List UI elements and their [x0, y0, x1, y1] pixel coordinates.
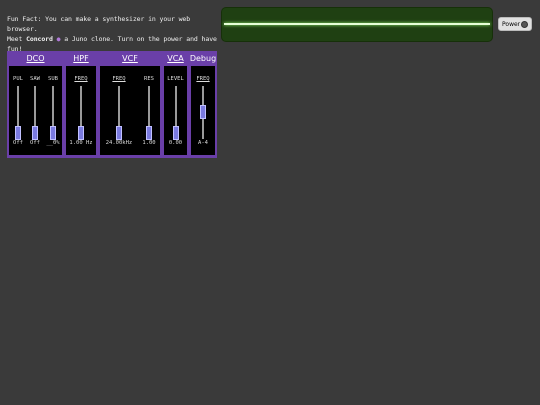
slider-thumb[interactable] — [172, 126, 179, 140]
slider-thumb[interactable] — [15, 126, 21, 140]
vcf-res-label: RES — [144, 76, 154, 82]
dco-sub-slider[interactable]: SUB __0% — [46, 66, 60, 155]
hpf-section: HPF FREQ 1.00 Hz — [64, 51, 98, 158]
vca-level-slider[interactable]: LEVEL 0.00 — [164, 66, 187, 155]
debug-body: FREQ A-4 — [191, 66, 215, 155]
dco-sub-value: __0% — [46, 140, 60, 146]
dco-saw-slider[interactable]: SAW Off — [28, 66, 42, 155]
vca-body: LEVEL 0.00 — [164, 66, 187, 155]
power-led-icon — [521, 21, 528, 28]
vcf-res-value: 1.00 — [142, 140, 156, 146]
dco-section: DCO PUL Off SAW Off SUB __0% — [7, 51, 64, 158]
concord-link[interactable]: Concord — [26, 35, 53, 43]
vcf-body: FREQ 24.00kHz RES 1.00 — [100, 66, 160, 155]
slider-thumb[interactable] — [32, 126, 38, 140]
debug-title: Debug — [189, 54, 217, 63]
debug-freq-label: FREQ — [196, 76, 210, 82]
debug-freq-slider[interactable]: FREQ A-4 — [191, 66, 215, 155]
vca-level-label: LEVEL — [167, 76, 184, 82]
slider-thumb[interactable] — [78, 126, 84, 140]
grape-icon: ● — [56, 35, 61, 43]
vcf-res-slider[interactable]: RES 1.00 — [140, 66, 158, 155]
fun-fact-text: Fun Fact: You can make a synthesizer in … — [7, 14, 222, 54]
dco-title: DCO — [26, 54, 45, 63]
vcf-freq-label: FREQ — [112, 76, 126, 82]
slider-thumb[interactable] — [200, 104, 206, 119]
hpf-body: FREQ 1.00 Hz — [66, 66, 96, 155]
dco-pul-slider[interactable]: PUL Off — [11, 66, 25, 155]
vcf-title: VCF — [122, 54, 138, 63]
slider-thumb[interactable] — [116, 126, 122, 140]
power-button-label: Power — [502, 20, 521, 28]
synth-panel: DCO PUL Off SAW Off SUB __0% HPF FREQ 1.… — [7, 51, 217, 158]
debug-section: Debug FREQ A-4 — [189, 51, 217, 158]
oscilloscope-display — [221, 7, 493, 42]
dco-pul-label: PUL — [13, 76, 23, 82]
waveform-trace — [224, 23, 490, 25]
hpf-freq-label: FREQ — [74, 76, 88, 82]
debug-freq-value: A-4 — [198, 140, 208, 146]
slider-thumb[interactable] — [146, 126, 152, 140]
hpf-freq-value: 1.00 Hz — [69, 140, 93, 146]
dco-body: PUL Off SAW Off SUB __0% — [9, 66, 62, 155]
vcf-freq-slider[interactable]: FREQ 24.00kHz — [104, 66, 134, 155]
slider-thumb[interactable] — [50, 126, 56, 140]
dco-saw-label: SAW — [30, 76, 40, 82]
hpf-freq-slider[interactable]: FREQ 1.00 Hz — [66, 66, 96, 155]
vca-title: VCA — [167, 54, 184, 63]
power-button[interactable]: Power — [498, 17, 532, 31]
vcf-freq-value: 24.00kHz — [105, 140, 133, 146]
vca-section: VCA LEVEL 0.00 — [162, 51, 189, 158]
meet-text: Meet — [7, 35, 23, 43]
dco-sub-label: SUB — [48, 76, 58, 82]
hpf-title: HPF — [73, 54, 89, 63]
vcf-section: VCF FREQ 24.00kHz RES 1.00 — [98, 51, 162, 158]
fun-fact-line1: Fun Fact: You can make a synthesizer in … — [7, 15, 191, 33]
